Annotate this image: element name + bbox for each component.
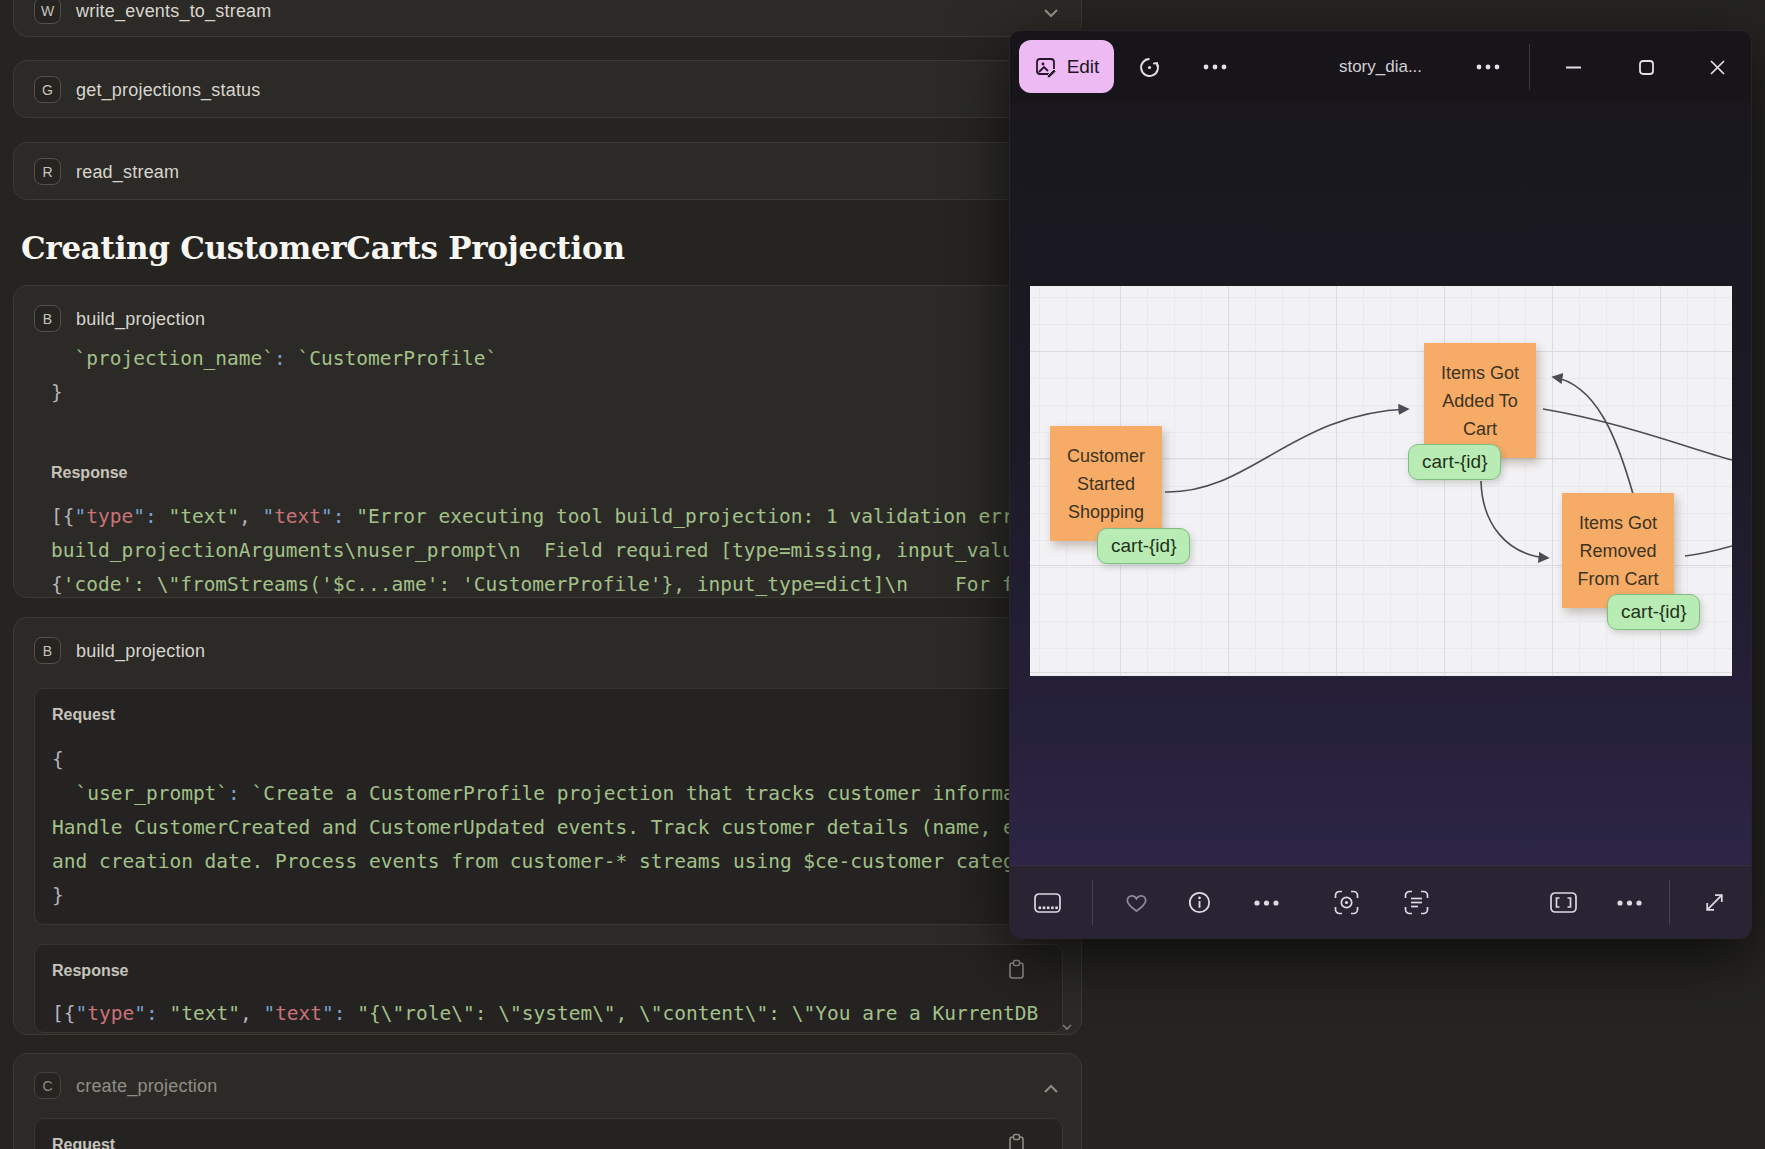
scroll-down-icon[interactable] [1061, 1017, 1073, 1035]
viewer-canvas: Customer Started Shopping Items Got Adde… [1010, 103, 1752, 867]
stream-tag-label: cart-{id} [1408, 444, 1501, 480]
titlebar-divider [1529, 44, 1530, 90]
tool-title: build_projection [76, 641, 205, 662]
tool-title: build_projection [76, 309, 205, 330]
response-panel: Response [{"type": "text", "text": "{\"r… [34, 944, 1063, 1033]
response-code-line: [{"type": "text", "text": "{\"role\": \"… [52, 997, 1047, 1031]
request-code-line: } [51, 376, 1063, 410]
tool-badge: W [34, 0, 61, 24]
response-label: Response [52, 962, 128, 980]
request-code-line: Handle CustomerCreated and CustomerUpdat… [52, 811, 1047, 845]
visual-search-icon[interactable] [1331, 866, 1361, 939]
tool-card-read-stream[interactable]: R read_stream [13, 142, 1082, 200]
response-code-line: [{"type": "text", "text": "Error executi… [51, 500, 1063, 534]
stream-tag-label: cart-{id} [1607, 594, 1700, 630]
tool-title: read_stream [76, 162, 179, 183]
chevron-up-icon[interactable] [1043, 1080, 1059, 1098]
photo-viewer-window: Customer Started Shopping Items Got Adde… [1009, 30, 1752, 939]
tool-card-get-projections-status[interactable]: G get_projections_status [13, 60, 1082, 118]
rotate-icon[interactable] [1134, 31, 1164, 103]
tool-title: write_events_to_stream [76, 1, 272, 22]
toolbar-divider [1092, 880, 1093, 925]
tool-card-build-projection-2[interactable]: B build_projection Request { `user_promp… [13, 617, 1082, 1035]
tool-badge: R [34, 158, 61, 185]
request-code-line: `projection_name`: `CustomerProfile` [51, 342, 1063, 376]
window-titlebar: Edit story_dia... [1010, 31, 1751, 103]
copy-icon[interactable] [1007, 959, 1027, 981]
info-icon[interactable] [1184, 866, 1214, 939]
text-actions-icon[interactable] [1401, 866, 1431, 939]
edit-button[interactable]: Edit [1019, 40, 1114, 93]
request-code-line: } [52, 879, 1047, 913]
request-code-line: `user_prompt`: `Create a CustomerProfile… [52, 777, 1047, 811]
chevron-down-icon[interactable] [1043, 4, 1059, 22]
window-toolbar [1010, 865, 1752, 938]
request-label: Request [52, 706, 115, 724]
request-code-line: and creation date. Process events from c… [52, 845, 1047, 879]
edit-button-label: Edit [1067, 56, 1100, 78]
tool-badge: B [34, 305, 61, 332]
response-code-line: {'code': \"fromStreams('$c...ame': 'Cust… [51, 568, 1063, 598]
tool-title: create_projection [76, 1076, 218, 1097]
request-panel: Request { `user_prompt`: `Create a Custo… [34, 688, 1063, 925]
request-label: Request [52, 1136, 115, 1149]
tool-badge: G [34, 76, 61, 103]
tool-card-create-projection[interactable]: C create_projection Request [13, 1053, 1082, 1149]
sticky-note-items-got-added: Items Got Added To Cart [1424, 343, 1536, 458]
sticky-note-items-got-removed: Items Got Removed From Cart [1562, 493, 1674, 608]
diagram-image: Customer Started Shopping Items Got Adde… [1030, 286, 1732, 676]
fit-screen-icon[interactable] [1548, 866, 1578, 939]
request-code-line: { [52, 743, 1047, 777]
request-panel: Request [34, 1118, 1063, 1149]
sticky-note-customer-started-shopping: Customer Started Shopping [1050, 426, 1162, 541]
toolbar-divider [1669, 880, 1670, 925]
response-code-line: build_projectionArguments\nuser_prompt\n… [51, 534, 1063, 568]
more-icon[interactable] [1473, 31, 1503, 103]
filmstrip-icon[interactable] [1032, 866, 1062, 939]
maximize-icon[interactable] [1631, 31, 1661, 103]
copy-icon[interactable] [1007, 1133, 1027, 1149]
fullscreen-icon[interactable] [1699, 866, 1729, 939]
more-icon[interactable] [1200, 31, 1230, 103]
more-icon[interactable] [1613, 866, 1645, 939]
tool-title: get_projections_status [76, 80, 261, 101]
close-icon[interactable] [1702, 31, 1732, 103]
more-icon[interactable] [1250, 866, 1282, 939]
minimize-icon[interactable] [1558, 31, 1588, 103]
response-label: Response [51, 464, 127, 482]
tool-card-build-projection-1[interactable]: B build_projection `projection_name`: `C… [13, 285, 1082, 598]
tool-badge: C [34, 1072, 61, 1099]
stream-tag-label: cart-{id} [1097, 528, 1190, 564]
tool-card-write-events-to-stream[interactable]: W write_events_to_stream [13, 0, 1082, 37]
page-title: Creating CustomerCarts Projection [21, 230, 625, 266]
edit-image-icon [1034, 55, 1058, 79]
favorite-heart-icon[interactable] [1121, 866, 1151, 939]
tool-badge: B [34, 637, 61, 664]
